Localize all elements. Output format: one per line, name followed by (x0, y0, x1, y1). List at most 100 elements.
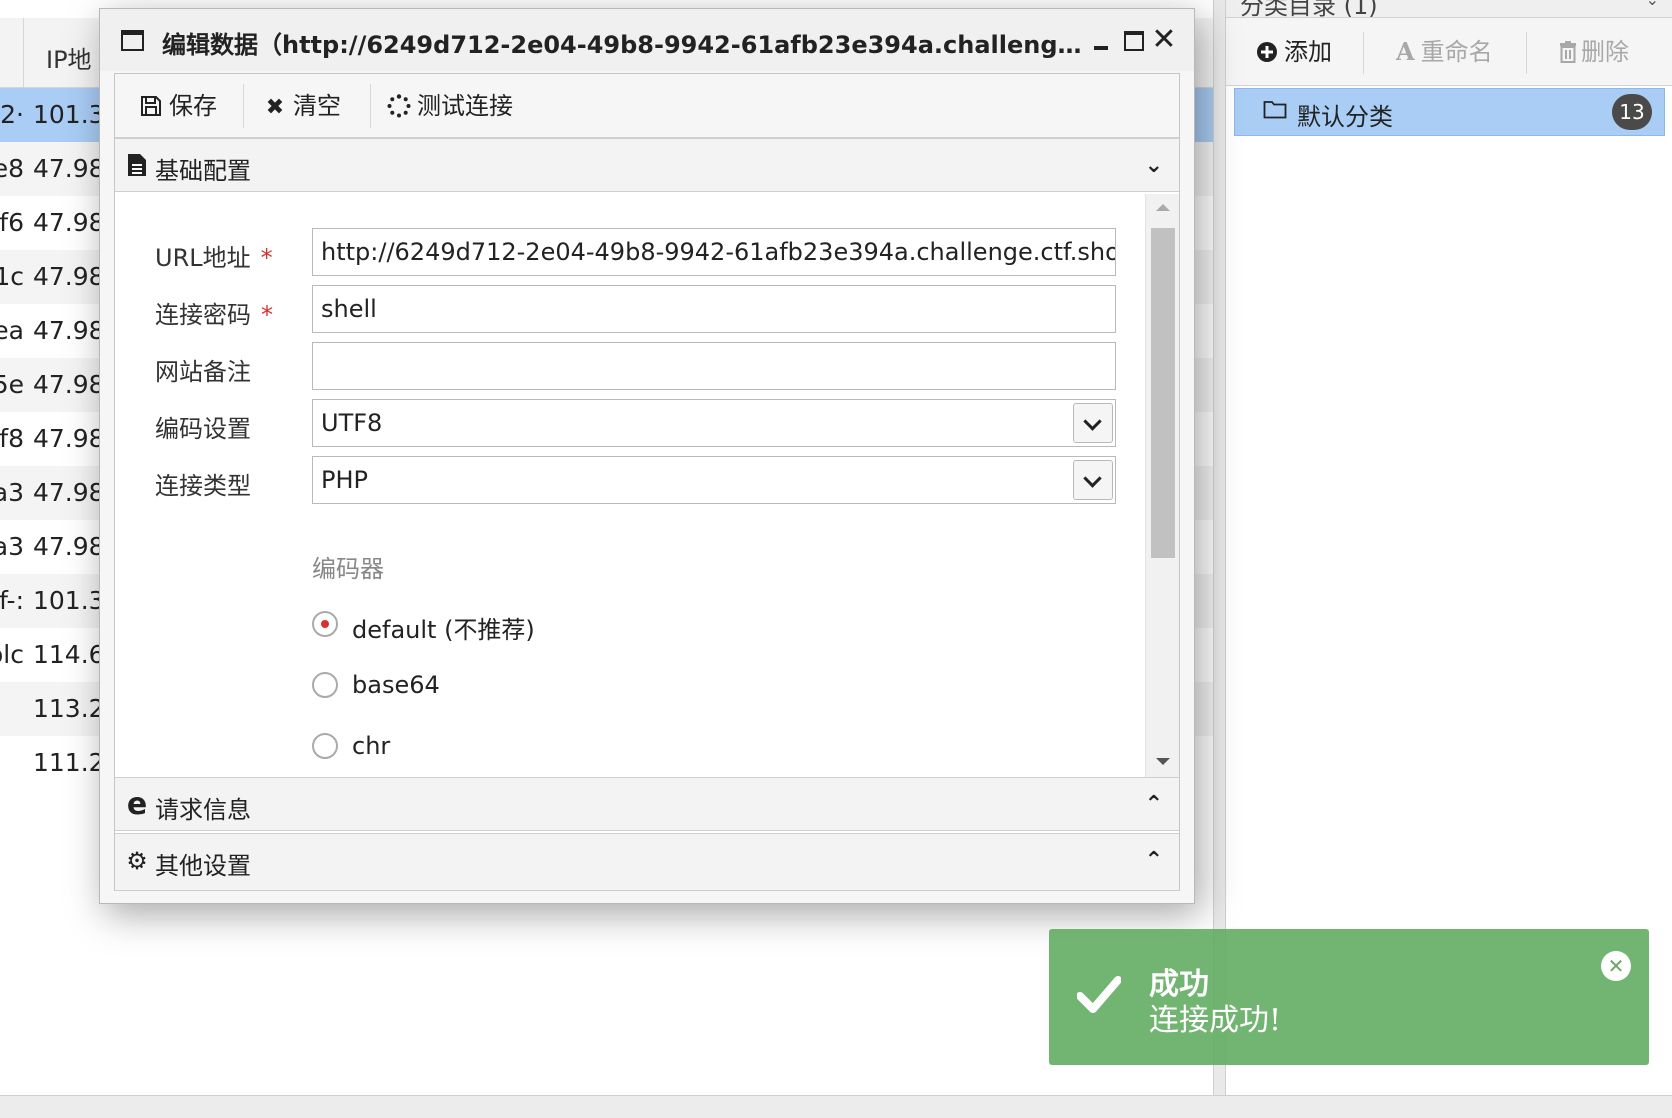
save-icon (141, 96, 161, 116)
radio-selected-icon[interactable] (312, 611, 338, 637)
plus-circle-icon (1257, 42, 1277, 62)
toolbar-divider (1526, 32, 1527, 74)
url-input[interactable]: http://6249d712-2e04-49b8-9942-61afb23e3… (312, 228, 1116, 276)
section-basic-config[interactable]: 基础配置 ⌄ (115, 138, 1179, 192)
add-category-button[interactable]: 添加 (1256, 32, 1332, 72)
delete-category-button[interactable]: 删除 (1559, 32, 1629, 72)
maximize-icon[interactable] (1121, 27, 1147, 53)
password-row: 连接密码 * shell (115, 285, 1145, 335)
toolbar-divider (243, 84, 244, 128)
toast-message: 连接成功! (1149, 1003, 1282, 1038)
dialog-titlebar[interactable]: 编辑数据（http://6249d712-2e04-49b8-9942-61af… (100, 9, 1194, 71)
chevron-down-icon[interactable] (1073, 460, 1113, 500)
table-cell-url: olc (0, 640, 24, 669)
radio-icon[interactable] (312, 672, 338, 698)
section-other-settings-label: 其他设置 (155, 852, 251, 880)
note-input[interactable] (312, 342, 1116, 390)
save-label: 保存 (169, 92, 217, 120)
dialog-title: 编辑数据（http://6249d712-2e04-49b8-9942-61af… (162, 31, 1082, 59)
encoder-option-label: chr (352, 732, 391, 760)
scroll-down-icon[interactable] (1156, 758, 1170, 765)
basic-config-form: URL地址 * http://6249d712-2e04-49b8-9942-61… (115, 194, 1179, 777)
save-button[interactable]: 保存 (139, 86, 217, 126)
type-row: 连接类型 PHP (115, 456, 1145, 506)
toast-close-icon[interactable]: ✕ (1601, 951, 1631, 981)
encoding-row: 编码设置 UTF8 (115, 399, 1145, 449)
test-connection-label: 测试连接 (417, 92, 513, 120)
table-cell-url: of8 (0, 424, 24, 453)
chevron-down-icon: ⌄ (1144, 153, 1163, 178)
table-cell-url: f-: (0, 586, 24, 615)
dialog-toolbar: 保存 ✖ 清空 测试连接 (115, 74, 1179, 138)
url-row: URL地址 * http://6249d712-2e04-49b8-9942-61… (115, 228, 1145, 278)
chevron-up-icon: ⌃ (1144, 848, 1163, 873)
table-cell-url: 25e (0, 370, 24, 399)
note-label: 网站备注 (155, 358, 251, 386)
add-category-label: 添加 (1284, 38, 1332, 66)
encoding-select[interactable]: UTF8 (312, 399, 1116, 447)
radio-icon[interactable] (312, 733, 338, 759)
test-connection-button[interactable]: 测试连接 (387, 86, 513, 126)
category-toolbar: 添加 A 重命名 删除 (1226, 18, 1672, 86)
section-request-info[interactable]: e 请求信息 ⌃ (115, 777, 1179, 831)
form-scrollbar[interactable] (1145, 194, 1179, 777)
table-cell-ip: 47.98 (33, 370, 105, 399)
table-header-col-ip[interactable]: IP地 (46, 40, 92, 75)
password-input[interactable]: shell (312, 285, 1116, 333)
table-cell-ip: 114.6 (33, 640, 105, 669)
encoding-value: UTF8 (321, 409, 383, 437)
category-item-default[interactable]: 默认分类 13 (1234, 88, 1665, 136)
table-cell-ip: 47.98 (33, 316, 105, 345)
note-row: 网站备注 (115, 342, 1145, 392)
table-cell-ip: 47.98 (33, 208, 105, 237)
table-cell-ip: 47.98 (33, 154, 105, 183)
type-value: PHP (321, 466, 368, 494)
ie-icon: e (126, 787, 148, 822)
chevron-up-icon: ⌃ (1144, 792, 1163, 817)
encoder-option-label: base64 (352, 671, 440, 699)
scrollbar-thumb[interactable] (1151, 228, 1175, 558)
gears-icon: ⚙ (126, 847, 148, 875)
table-cell-url: cea (0, 316, 24, 345)
table-header-col-url[interactable] (0, 18, 24, 88)
encoding-label: 编码设置 (155, 415, 251, 443)
trash-icon (1560, 41, 1576, 63)
chevron-down-icon[interactable]: ⌄ (1646, 0, 1659, 9)
table-cell-ip: 47.98 (33, 262, 105, 291)
required-mark: * (260, 244, 273, 272)
window-icon (121, 30, 144, 51)
table-cell-ip: 113.2 (33, 694, 105, 723)
type-label: 连接类型 (155, 472, 251, 500)
success-toast: 成功 连接成功! ✕ (1049, 929, 1649, 1065)
type-select[interactable]: PHP (312, 456, 1116, 504)
section-request-info-label: 请求信息 (155, 796, 251, 824)
font-icon: A (1396, 37, 1415, 66)
rename-category-button[interactable]: A 重命名 (1396, 32, 1493, 72)
table-cell-url (0, 682, 24, 736)
status-bar (0, 1095, 1672, 1118)
section-basic-config-label: 基础配置 (155, 157, 251, 185)
required-mark: * (261, 301, 273, 329)
rename-category-label: 重命名 (1420, 38, 1493, 66)
toolbar-divider (1363, 32, 1364, 74)
url-label: URL地址 * (155, 244, 273, 272)
chevron-down-icon[interactable] (1073, 403, 1113, 443)
encoder-option-label: default (不推荐) (352, 616, 535, 644)
table-cell-ip: 47.98 (33, 478, 105, 507)
close-icon[interactable]: ✕ (1151, 25, 1177, 55)
section-other-settings[interactable]: ⚙ 其他设置 ⌃ (115, 833, 1179, 891)
category-count-badge: 13 (1612, 94, 1652, 130)
table-cell-ip: 47.98 (33, 424, 105, 453)
scroll-up-icon[interactable] (1156, 204, 1170, 211)
dialog-body: 保存 ✖ 清空 测试连接 基础配置 ⌄ URL地址 * http://6249d… (114, 73, 1180, 891)
table-cell-url: ef6 (0, 208, 24, 237)
table-cell-ip: 111.2 (33, 748, 105, 777)
category-panel-title: 分类目录 (1) (1240, 0, 1378, 18)
clear-button[interactable]: ✖ 清空 (263, 86, 341, 126)
file-text-icon (125, 153, 149, 179)
minimize-icon[interactable] (1090, 27, 1116, 53)
delete-category-label: 删除 (1581, 38, 1629, 66)
password-label: 连接密码 * (155, 301, 273, 329)
table-cell-ip: 47.98 (33, 532, 105, 561)
category-panel-header: 分类目录 (1) ⌄ (1226, 0, 1672, 18)
